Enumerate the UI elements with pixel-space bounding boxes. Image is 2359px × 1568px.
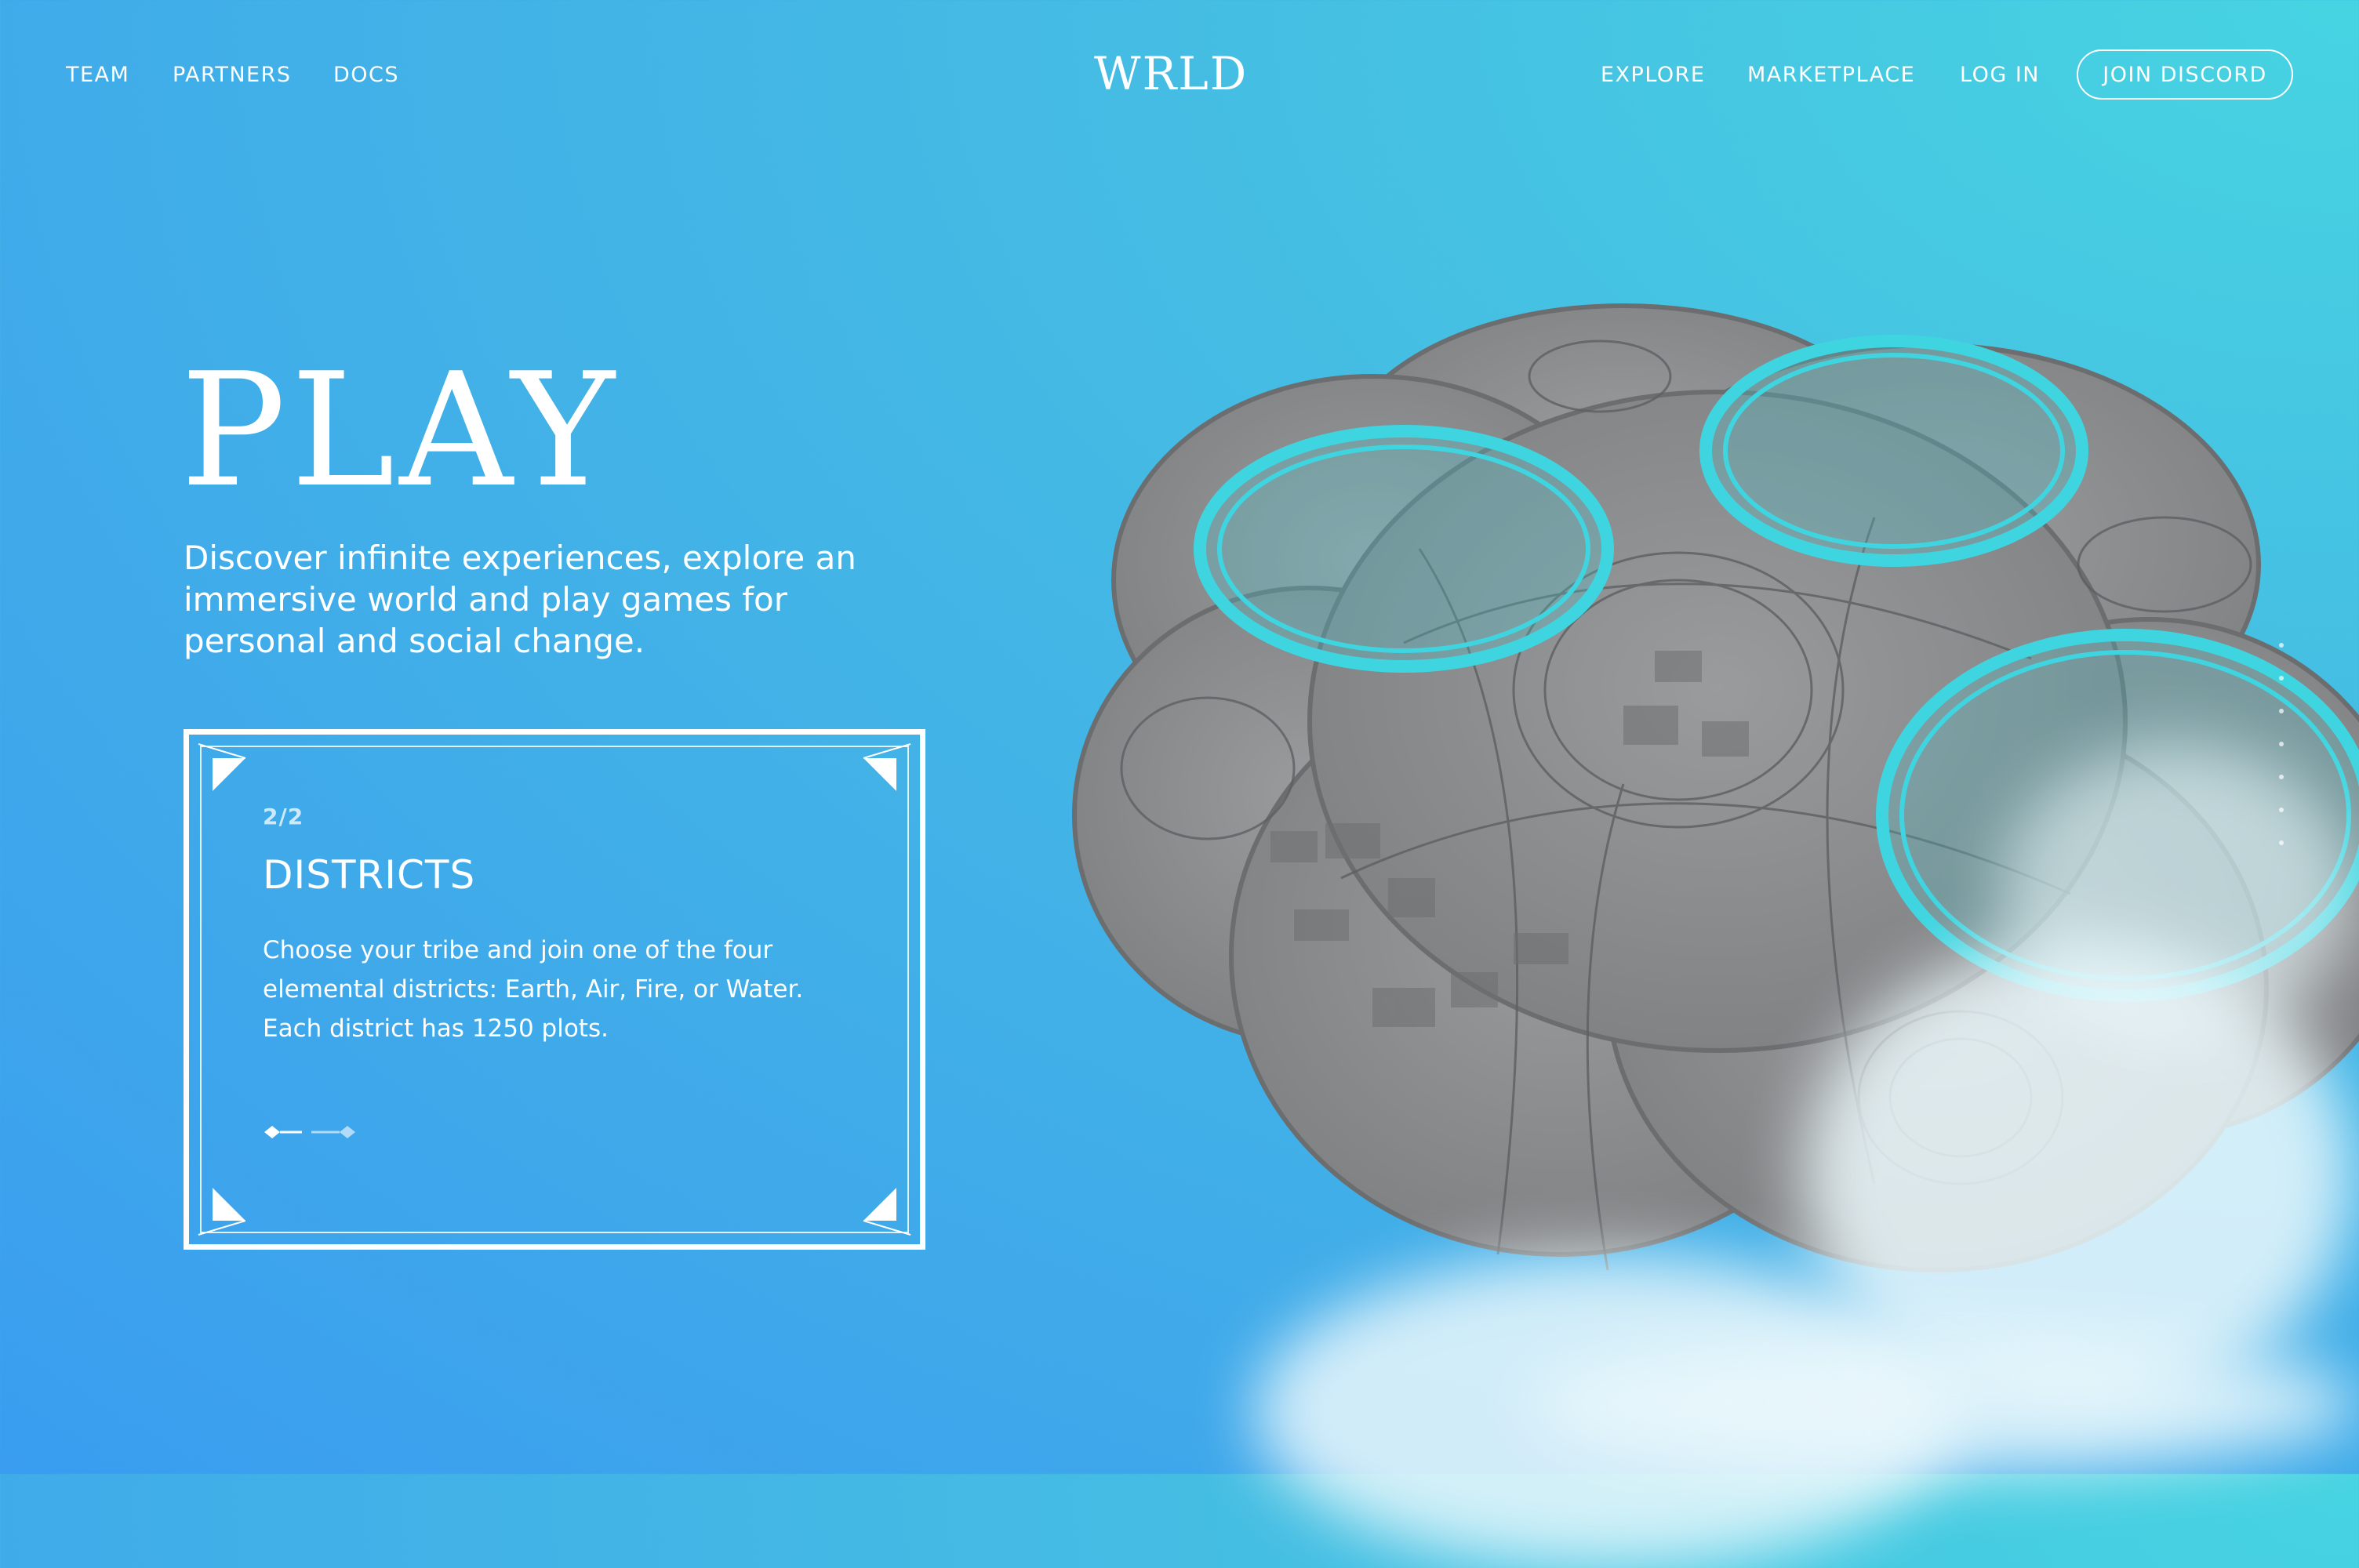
- diamond-pager-icon: [340, 1126, 355, 1138]
- pager-next-button[interactable]: [311, 1126, 355, 1138]
- logo-text: WRLD: [1094, 47, 1249, 100]
- hero-title: PLAY: [180, 339, 620, 522]
- dot-scroll-indicator[interactable]: [2279, 840, 2284, 845]
- diamond-pager-icon: [264, 1126, 280, 1138]
- dot-scroll-indicator[interactable]: [2279, 775, 2284, 779]
- dot-scroll-indicator[interactable]: [2279, 676, 2284, 681]
- pager-prev-button[interactable]: [264, 1126, 302, 1138]
- nav-partners-link[interactable]: PARTNERS: [173, 63, 291, 87]
- nav-marketplace-link[interactable]: MARKETPLACE: [1747, 63, 1915, 87]
- cloud: [2000, 745, 2353, 1043]
- nav-docs-link[interactable]: DOCS: [333, 63, 399, 87]
- cloud: [1529, 1333, 2359, 1474]
- dot-scroll-indicator[interactable]: [2279, 709, 2284, 713]
- info-card: 2/2 DISTRICTS Choose your tribe and join…: [184, 729, 925, 1250]
- district-ring-north-east[interactable]: [1699, 335, 2088, 567]
- dot-scroll-indicator[interactable]: [2279, 808, 2284, 812]
- join-discord-button[interactable]: JOIN DISCORD: [2077, 49, 2293, 100]
- nav-login-link[interactable]: LOG IN: [1960, 63, 2040, 87]
- card-pager: [264, 1126, 355, 1138]
- nav-team-link[interactable]: TEAM: [66, 63, 129, 87]
- section-scroll-indicator: [2276, 643, 2287, 855]
- card-counter: 2/2: [263, 804, 304, 829]
- card-body: Choose your tribe and join one of the fo…: [263, 936, 804, 1043]
- top-nav: TEAM PARTNERS DOCS WRLD EXPLORE MARKETPL…: [0, 0, 2359, 149]
- dot-scroll-indicator[interactable]: [2279, 742, 2284, 746]
- nav-explore-link[interactable]: EXPLORE: [1601, 63, 1706, 87]
- district-ring-north-west[interactable]: [1194, 425, 1614, 673]
- hero-subtitle: Discover infinite experiences, explore a…: [184, 539, 856, 660]
- dot-scroll-indicator[interactable]: [2279, 643, 2284, 648]
- card-title: DISTRICTS: [263, 852, 476, 898]
- wrld-logo[interactable]: WRLD: [1094, 47, 1267, 102]
